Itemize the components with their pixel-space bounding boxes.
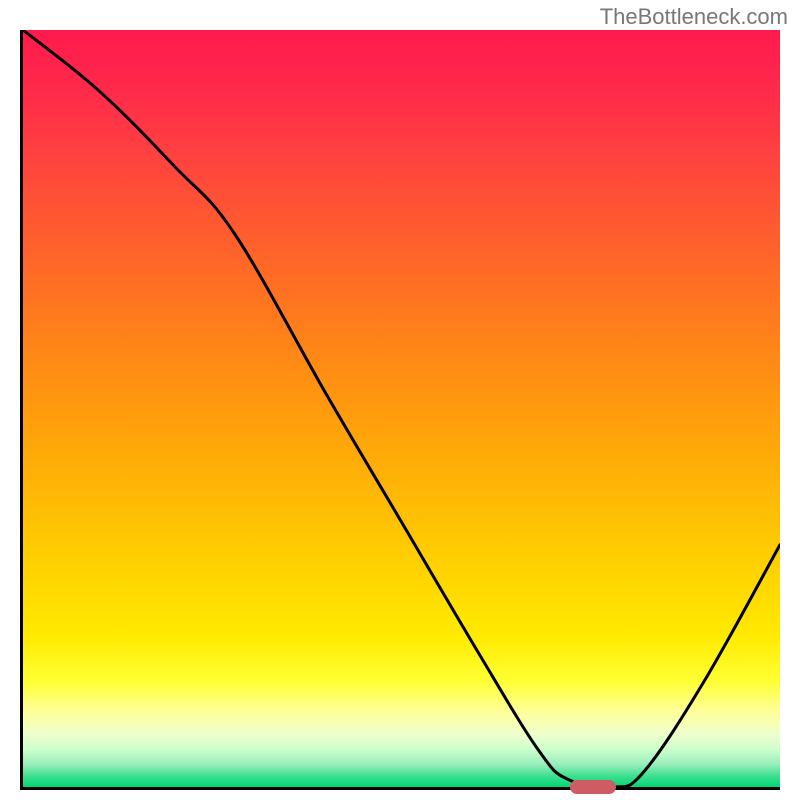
bottleneck-curve — [23, 30, 780, 787]
attribution-text: TheBottleneck.com — [600, 4, 788, 30]
chart-plot-area — [20, 30, 780, 790]
optimal-marker — [570, 780, 616, 794]
